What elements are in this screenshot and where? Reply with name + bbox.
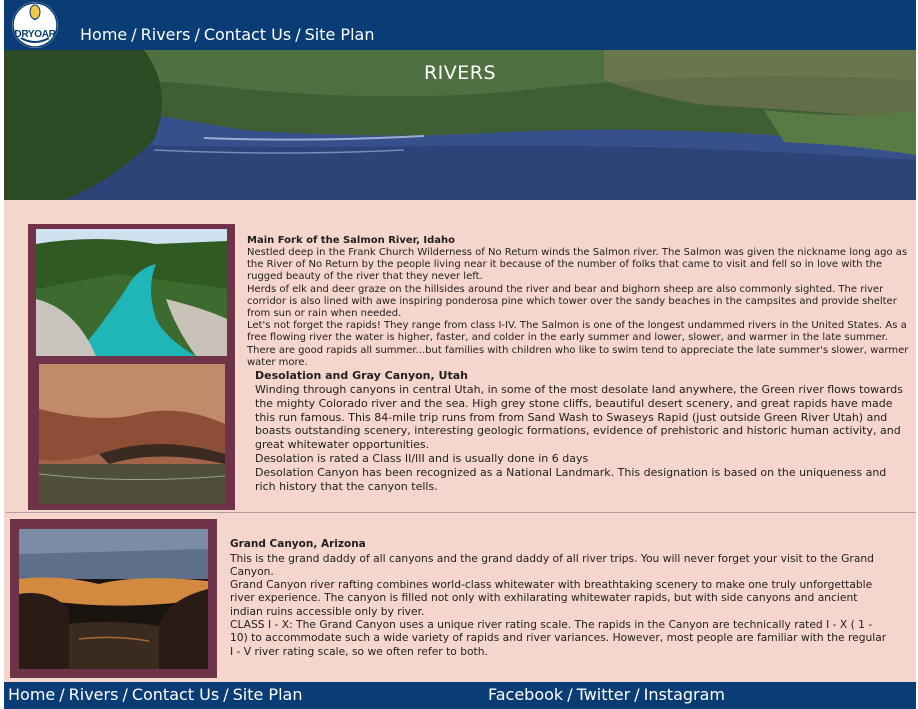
footer-bar: Home / Rivers / Contact Us / Site Plan Faceboo… <box>4 682 916 709</box>
nav-separator: / <box>295 25 301 44</box>
site-logo[interactable]: DRYOAR <box>12 2 58 48</box>
article-paragraph: This is the grand daddy of all canyons a… <box>230 551 874 578</box>
section-divider <box>6 512 916 513</box>
header-bar: DRYOAR Home / Rivers / Contact Us / Site Plan <box>4 0 916 50</box>
social-nav: Facebook / Twitter / Instagram <box>488 685 725 704</box>
top-nav: Home / Rivers / Contact Us / Site Plan <box>80 25 374 44</box>
salmon-river-photo <box>36 229 227 356</box>
article-title: Main Fork of the Salmon River, Idaho <box>247 235 456 246</box>
article-title: Grand Canyon, Arizona <box>230 538 366 550</box>
hero-banner: RIVERS <box>4 50 916 200</box>
page-title: RIVERS <box>423 62 497 84</box>
social-link-twitter[interactable]: Twitter <box>577 685 631 704</box>
nav-separator: / <box>122 685 128 704</box>
article-paragraph: Winding through canyons in central Utah,… <box>255 383 903 452</box>
nav-separator: / <box>634 685 640 704</box>
nav-link-home[interactable]: Home <box>80 25 127 44</box>
article-salmon: Main Fork of the Salmon River, Idaho Nes… <box>247 234 915 369</box>
article-paragraph: Herds of elk and deer graze on the hills… <box>247 283 897 320</box>
nav-link-rivers[interactable]: Rivers <box>141 25 191 44</box>
footer-nav: Home / Rivers / Contact Us / Site Plan <box>8 685 302 704</box>
canyon-image <box>39 364 225 504</box>
article-grand-canyon: Grand Canyon, Arizona This is the grand … <box>230 538 890 658</box>
photo-frame-desolation <box>28 359 235 510</box>
footer-link-contact[interactable]: Contact Us <box>132 685 219 704</box>
desolation-canyon-photo <box>39 364 225 504</box>
river-image <box>36 229 227 356</box>
nav-separator: / <box>194 25 200 44</box>
nav-separator: / <box>131 25 137 44</box>
nav-link-site-plan[interactable]: Site Plan <box>305 25 375 44</box>
grand-canyon-photo <box>19 529 208 669</box>
photo-frame-grand-canyon <box>10 519 217 678</box>
article-paragraph: Desolation is rated a Class II/III and i… <box>255 451 589 465</box>
nav-separator: / <box>223 685 229 704</box>
nav-link-contact[interactable]: Contact Us <box>204 25 291 44</box>
photo-frame-salmon <box>28 224 235 359</box>
canyon-sunset-image <box>19 529 208 669</box>
article-paragraph: Grand Canyon river rafting combines worl… <box>230 578 873 618</box>
article-paragraph: Nestled deep in the Frank Church Wildern… <box>247 247 908 283</box>
article-paragraph: Let's not forget the rapids! They range … <box>247 320 909 368</box>
article-paragraph: Desolation Canyon has been recognized as… <box>255 465 887 493</box>
article-title: Desolation and Gray Canyon, Utah <box>255 369 468 382</box>
nav-separator: / <box>567 685 573 704</box>
footer-link-site-plan[interactable]: Site Plan <box>233 685 303 704</box>
footer-link-rivers[interactable]: Rivers <box>69 685 119 704</box>
logo-text: DRYOAR <box>14 29 56 40</box>
article-paragraph: CLASS I - X: The Grand Canyon uses a uni… <box>230 617 887 658</box>
page: DRYOAR Home / Rivers / Contact Us / Site Plan … <box>4 0 916 709</box>
social-link-instagram[interactable]: Instagram <box>644 685 725 704</box>
paddle-icon <box>12 2 58 48</box>
social-link-facebook[interactable]: Facebook <box>488 685 563 704</box>
nav-separator: / <box>59 685 65 704</box>
article-desolation: Desolation and Gray Canyon, Utah Winding… <box>255 369 907 493</box>
footer-link-home[interactable]: Home <box>8 685 55 704</box>
